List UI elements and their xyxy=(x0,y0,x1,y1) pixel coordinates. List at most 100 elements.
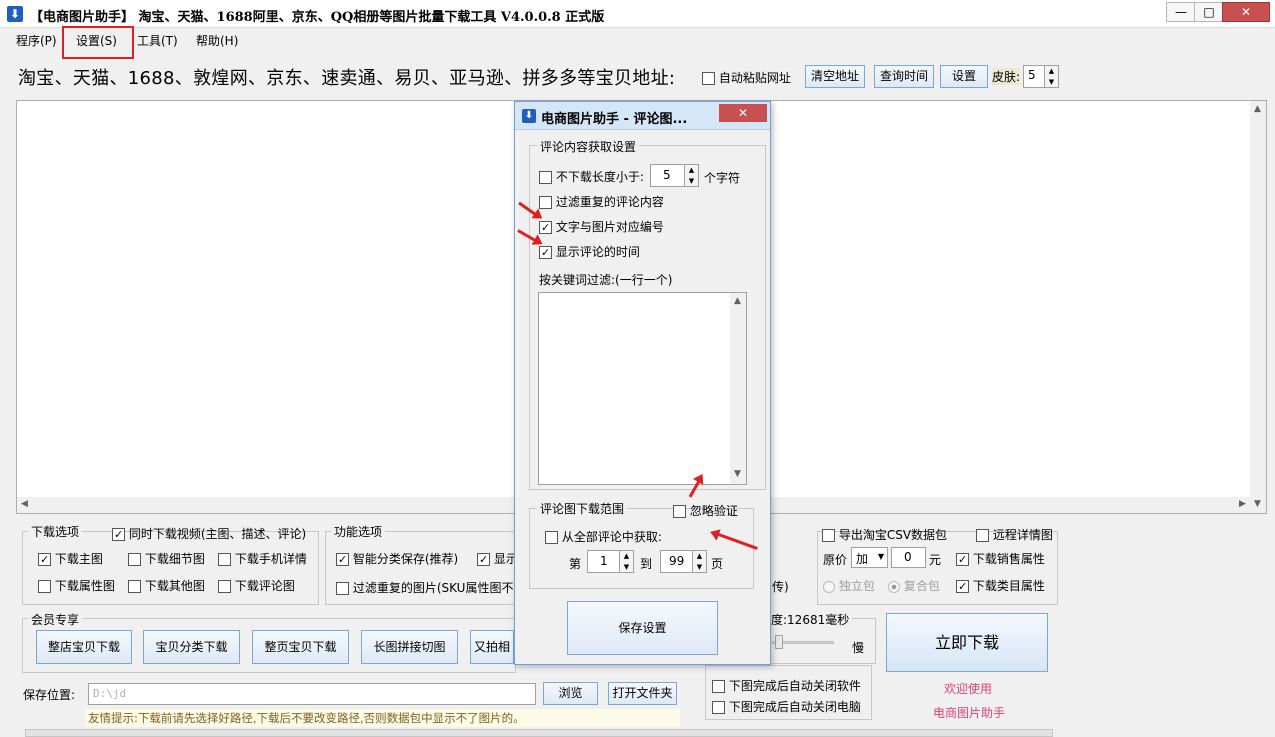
main-image-checkbox[interactable] xyxy=(38,553,51,566)
review-image-option[interactable]: 下载评论图 xyxy=(218,577,295,594)
text-image-number-checkbox[interactable] xyxy=(539,221,552,234)
menu-program[interactable]: 程序(P) xyxy=(16,32,57,49)
fetch-all-checkbox[interactable] xyxy=(545,531,558,544)
show-time-option[interactable]: 显示评论的时间 xyxy=(539,243,640,260)
spin-up-icon[interactable]: ▲ xyxy=(1044,66,1058,77)
auto-paste-option[interactable]: 自动粘贴网址 xyxy=(702,69,791,86)
spin-up-icon[interactable]: ▲ xyxy=(692,551,706,562)
page-from-spinner[interactable]: 1 ▲ ▼ xyxy=(587,550,634,573)
spin-down-icon[interactable]: ▼ xyxy=(692,561,706,572)
minimize-button[interactable]: — xyxy=(1166,2,1196,22)
fetch-all-option[interactable]: 从全部评论中获取: xyxy=(545,528,662,545)
smart-save-checkbox[interactable] xyxy=(336,553,349,566)
min-length-option[interactable]: 不下载长度小于: xyxy=(539,168,644,185)
remote-detail-checkbox[interactable] xyxy=(976,529,989,542)
save-settings-button[interactable]: 保存设置 xyxy=(567,601,718,655)
filter-dup-checkbox[interactable] xyxy=(336,582,349,595)
page-to-spinner[interactable]: 99 ▲ ▼ xyxy=(660,550,707,573)
browse-button[interactable]: 浏览 xyxy=(543,682,598,705)
whole-page-button[interactable]: 整页宝贝下载 xyxy=(252,630,349,664)
min-length-checkbox[interactable] xyxy=(539,171,552,184)
video-option[interactable]: 同时下载视频(主图、描述、评论) xyxy=(112,525,306,542)
export-csv-checkbox[interactable] xyxy=(822,529,835,542)
skin-label: 皮肤: xyxy=(992,68,1021,85)
scroll-down-icon[interactable]: ▼ xyxy=(734,469,741,479)
detail-image-checkbox[interactable] xyxy=(128,553,141,566)
maximize-button[interactable]: □ xyxy=(1194,2,1224,22)
mobile-detail-checkbox[interactable] xyxy=(218,553,231,566)
video-checkbox[interactable] xyxy=(112,528,125,541)
smart-save-option[interactable]: 智能分类保存(推荐) xyxy=(336,550,458,567)
filter-dup-option[interactable]: 过滤重复的图片(SKU属性图不 xyxy=(336,579,513,596)
show-time-checkbox[interactable] xyxy=(539,246,552,259)
attr-image-checkbox[interactable] xyxy=(38,580,51,593)
window-titlebar[interactable]: ⬇ 【电商图片助手】 淘宝、天猫、1688阿里、京东、QQ相册等图片批量下载工具… xyxy=(0,0,1275,28)
speed-slow-label: 慢 xyxy=(852,641,865,655)
clear-address-button[interactable]: 清空地址 xyxy=(805,65,865,88)
attr-image-option[interactable]: 下载属性图 xyxy=(38,577,115,594)
long-image-button[interactable]: 长图拼接切图 xyxy=(361,630,458,664)
other-image-option[interactable]: 下载其他图 xyxy=(128,577,205,594)
category-attr-option[interactable]: 下载类目属性 xyxy=(956,577,1045,594)
auto-close-pc-checkbox[interactable] xyxy=(712,701,725,714)
detail-image-option[interactable]: 下载细节图 xyxy=(128,550,205,567)
keyword-scrollbar[interactable]: ▲ ▼ xyxy=(730,293,746,484)
ignore-verify-option[interactable]: 忽略验证 xyxy=(673,502,738,519)
other-image-checkbox[interactable] xyxy=(128,580,141,593)
skin-spinner[interactable]: 5 ▲ ▼ xyxy=(1023,65,1059,88)
composite-option[interactable]: 复合包 xyxy=(888,577,940,594)
spin-down-icon[interactable]: ▼ xyxy=(684,175,698,186)
standalone-radio[interactable] xyxy=(823,580,835,593)
auto-paste-label: 自动粘贴网址 xyxy=(718,71,791,85)
show-option[interactable]: 显示 xyxy=(477,550,518,567)
save-path-input[interactable]: D:\jd xyxy=(88,683,536,705)
export-csv-option[interactable]: 导出淘宝CSV数据包 xyxy=(822,526,947,543)
filter-duplicate-option[interactable]: 过滤重复的评论内容 xyxy=(539,193,664,210)
spin-down-icon[interactable]: ▼ xyxy=(1044,76,1058,87)
sales-attr-checkbox[interactable] xyxy=(956,553,969,566)
open-folder-button[interactable]: 打开文件夹 xyxy=(608,682,677,705)
mobile-detail-option[interactable]: 下载手机详情 xyxy=(218,550,307,567)
ignore-verify-checkbox[interactable] xyxy=(673,505,686,518)
settings-button[interactable]: 设置 xyxy=(940,65,988,88)
sales-attr-option[interactable]: 下载销售属性 xyxy=(956,550,1045,567)
start-download-button[interactable]: 立即下载 xyxy=(886,613,1048,672)
spin-up-icon[interactable]: ▲ xyxy=(684,165,698,176)
remote-detail-option[interactable]: 远程详情图 xyxy=(976,526,1053,543)
auto-close-app-option[interactable]: 下图完成后自动关闭软件 xyxy=(712,677,861,694)
min-length-spinner[interactable]: 5 ▲ ▼ xyxy=(650,164,699,187)
auto-close-app-checkbox[interactable] xyxy=(712,680,725,693)
price-value-field[interactable]: 0 xyxy=(891,547,926,568)
category-attr-checkbox[interactable] xyxy=(956,580,969,593)
query-time-button[interactable]: 查询时间 xyxy=(874,65,934,88)
scroll-down-icon[interactable]: ▼ xyxy=(1254,499,1261,509)
chevron-down-icon: ▼ xyxy=(877,552,884,561)
price-op-select[interactable]: 加 ▼ xyxy=(851,547,888,568)
composite-radio[interactable] xyxy=(888,580,900,593)
dialog-close-button[interactable]: ✕ xyxy=(719,104,767,122)
spin-up-icon[interactable]: ▲ xyxy=(619,551,633,562)
category-download-button[interactable]: 宝贝分类下载 xyxy=(143,630,240,664)
whole-shop-button[interactable]: 整店宝贝下载 xyxy=(36,630,132,664)
scroll-left-icon[interactable]: ◀ xyxy=(21,499,28,509)
vertical-scrollbar[interactable]: ▲ ▼ xyxy=(1250,101,1266,513)
speed-slider-thumb[interactable] xyxy=(774,635,783,649)
scroll-right-icon[interactable]: ▶ xyxy=(1239,499,1246,509)
more-member-button[interactable]: 又拍相 xyxy=(470,630,514,664)
review-image-checkbox[interactable] xyxy=(218,580,231,593)
spin-down-icon[interactable]: ▼ xyxy=(619,561,633,572)
filter-duplicate-checkbox[interactable] xyxy=(539,196,552,209)
keyword-filter-textarea[interactable]: ▲ ▼ xyxy=(538,292,747,485)
menu-tools[interactable]: 工具(T) xyxy=(137,32,178,49)
auto-paste-checkbox[interactable] xyxy=(702,72,715,85)
scroll-up-icon[interactable]: ▲ xyxy=(1254,104,1261,114)
main-image-option[interactable]: 下载主图 xyxy=(38,550,103,567)
auto-close-pc-option[interactable]: 下图完成后自动关闭电脑 xyxy=(712,698,861,715)
standalone-option[interactable]: 独立包 xyxy=(823,577,875,594)
scroll-up-icon[interactable]: ▲ xyxy=(734,296,741,306)
menu-help[interactable]: 帮助(H) xyxy=(196,32,238,49)
show-checkbox[interactable] xyxy=(477,553,490,566)
text-image-number-option[interactable]: 文字与图片对应编号 xyxy=(539,218,664,235)
close-button[interactable]: ✕ xyxy=(1222,2,1270,22)
dialog-titlebar[interactable]: ⬇ 电商图片助手 - 评论图... ✕ xyxy=(515,102,770,130)
